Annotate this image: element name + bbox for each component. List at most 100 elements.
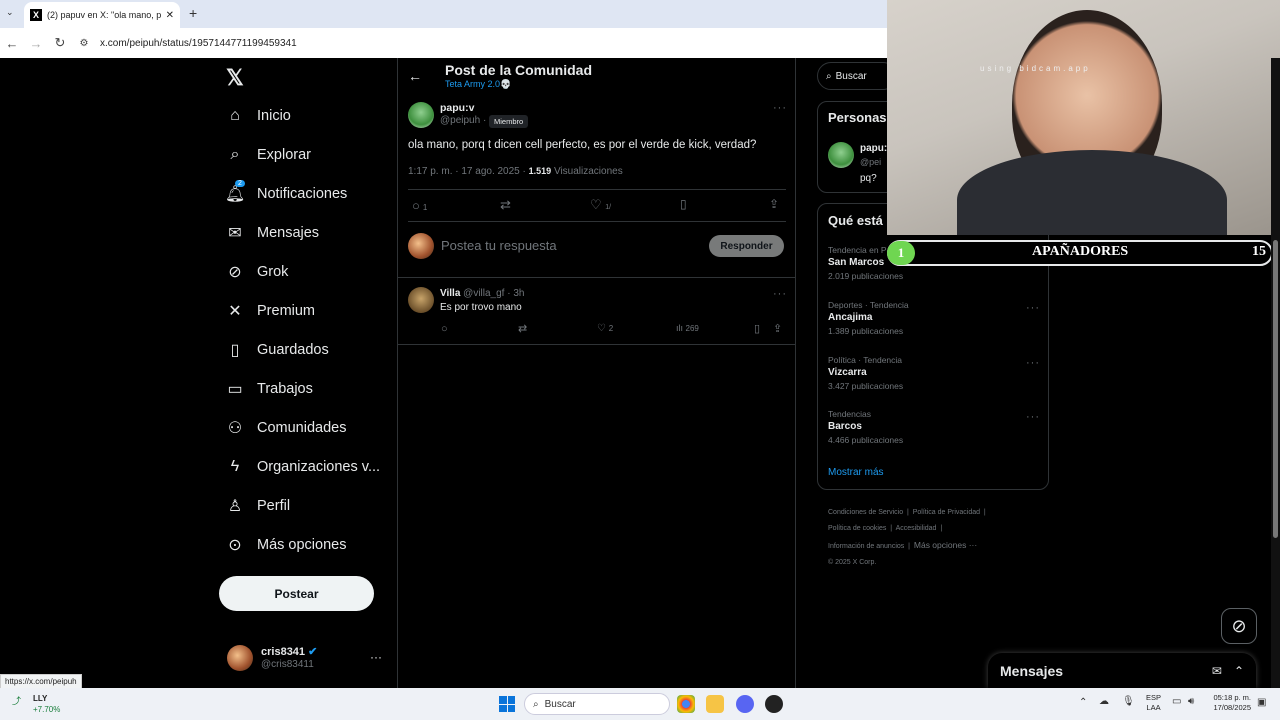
- scrollbar-thumb[interactable]: [1273, 240, 1278, 538]
- person-name[interactable]: papu:: [860, 143, 887, 154]
- trend-item[interactable]: Tendencias Barcos 4.466 publicaciones: [828, 409, 1043, 445]
- reply-input[interactable]: Postea tu respuesta: [441, 238, 557, 253]
- reply-reply-icon[interactable]: ○: [441, 323, 448, 335]
- footer-link[interactable]: Condiciones de Servicio: [828, 509, 903, 516]
- nav-item-comunidades[interactable]: ⚇ Comunidades: [227, 408, 387, 447]
- clock[interactable]: 05:18 p. m. 17/08/2025: [1207, 693, 1251, 713]
- account-more-icon[interactable]: ···: [370, 650, 382, 664]
- post-author-handle[interactable]: @peipuh ·: [440, 115, 486, 126]
- windows-start-icon[interactable]: [499, 696, 515, 712]
- forward-icon[interactable]: →: [24, 36, 48, 51]
- browser-tab-bar: ⌄ X (2) papuv en X: "ola mano, por ✕ +: [0, 0, 887, 28]
- post-button[interactable]: Postear: [219, 576, 374, 611]
- discord-icon[interactable]: [736, 695, 754, 713]
- score-rank: 1: [887, 241, 915, 265]
- reply-bookmark-icon[interactable]: ▯: [754, 322, 760, 335]
- account-avatar[interactable]: [227, 645, 253, 671]
- tab-title: (2) papuv en X: "ola mano, por: [47, 10, 161, 20]
- search-field[interactable]: ⌕ Buscar: [817, 62, 897, 90]
- trend-item[interactable]: Política · Tendencia Vizcarra 3.427 publ…: [828, 355, 1043, 391]
- nav-item-guardados[interactable]: ▯ Guardados: [227, 330, 387, 369]
- new-tab-icon[interactable]: +: [189, 5, 197, 21]
- nav-item-mensajes[interactable]: ✉ Mensajes: [227, 213, 387, 252]
- trend-item[interactable]: Deportes · Tendencia Ancajima 1.389 publ…: [828, 300, 1043, 336]
- post-author-name[interactable]: papu:v: [440, 102, 474, 114]
- stock-widget[interactable]: ⤴: [12, 694, 21, 707]
- language-indicator[interactable]: ESP LAA: [1146, 693, 1161, 713]
- mic-icon[interactable]: 🎙︎: [1122, 696, 1135, 707]
- trend-more-icon[interactable]: ···: [1026, 302, 1040, 314]
- post-more-icon[interactable]: ···: [773, 102, 787, 114]
- taskbar: ⤴ LLY +7.70% ⌕ Buscar ⌃ ☁ 🎙︎ ESP LAA ▭ 🔊︎ …: [0, 688, 1280, 720]
- footer-link[interactable]: Accesibilidad: [896, 525, 937, 532]
- footer-link[interactable]: Más opciones ···: [914, 540, 977, 550]
- reply-repost-icon[interactable]: ⇄: [518, 322, 527, 335]
- onedrive-icon[interactable]: ☁: [1099, 696, 1109, 707]
- tab-list-icon[interactable]: ⌄: [6, 7, 14, 18]
- my-avatar: [408, 233, 434, 259]
- trend-more-icon[interactable]: ···: [1026, 411, 1040, 423]
- nav-item-grok[interactable]: ⊘ Grok: [227, 252, 387, 291]
- account-name: cris8341 ✔: [261, 646, 318, 658]
- briefcase-icon: ▭: [227, 380, 243, 398]
- new-message-icon[interactable]: ✉: [1212, 664, 1222, 678]
- chart-icon: ılı: [676, 323, 684, 333]
- file-explorer-icon[interactable]: [706, 695, 724, 713]
- expand-up-icon[interactable]: ⌃: [1234, 664, 1244, 678]
- responder-button[interactable]: Responder: [709, 235, 784, 257]
- nav-item-trabajos[interactable]: ▭ Trabajos: [227, 369, 387, 408]
- footer-link[interactable]: Política de cookies: [828, 525, 886, 532]
- like-action[interactable]: ♡ 1/: [590, 197, 611, 213]
- reply-more-icon[interactable]: ···: [773, 288, 787, 300]
- person-avatar[interactable]: [828, 142, 854, 168]
- taskbar-search[interactable]: ⌕ Buscar: [524, 693, 670, 715]
- nav-item-explorar[interactable]: ⌕ Explorar: [227, 135, 387, 174]
- back-icon[interactable]: ←: [0, 36, 24, 51]
- address-bar-row: ← → ↻ ⚙ x.com/peipuh/status/195714477119…: [0, 28, 887, 58]
- grok-float-icon[interactable]: ⊘: [1221, 608, 1257, 644]
- reload-icon[interactable]: ↻: [48, 35, 72, 51]
- reply-author-name: Villa: [440, 288, 461, 299]
- nav-item-organizaciones[interactable]: ϟ Organizaciones v...: [227, 447, 387, 486]
- divider: [408, 189, 786, 190]
- reply-author-avatar[interactable]: [408, 287, 434, 313]
- browser-tab[interactable]: X (2) papuv en X: "ola mano, por ✕: [24, 2, 180, 28]
- footer-link[interactable]: Información de anuncios: [828, 543, 904, 550]
- volume-icon[interactable]: 🔊︎: [1188, 696, 1194, 707]
- notification-center-icon[interactable]: ▣: [1257, 697, 1266, 708]
- reply-action[interactable]: ○ 1: [412, 198, 427, 213]
- obs-icon[interactable]: [765, 695, 783, 713]
- reply-share-icon[interactable]: ⇪: [773, 322, 782, 335]
- share-icon[interactable]: ⇪: [769, 197, 779, 211]
- back-arrow-icon[interactable]: ←: [408, 68, 422, 84]
- close-tab-icon[interactable]: ✕: [166, 10, 174, 21]
- nav-item-inicio[interactable]: ⌂ Inicio: [227, 96, 387, 135]
- heart-icon: ♡: [597, 323, 606, 334]
- bookmark-action-icon[interactable]: ▯: [680, 197, 687, 211]
- account-handle: @cris83411: [261, 659, 314, 670]
- search-icon: ⌕: [533, 698, 539, 710]
- stock-up-icon: ⤴: [12, 696, 22, 706]
- community-name[interactable]: Teta Army 2.0💀: [445, 79, 511, 90]
- post-author-avatar[interactable]: [408, 102, 434, 128]
- reply-like-action[interactable]: ♡ 2: [597, 323, 613, 334]
- url-field[interactable]: x.com/peipuh/status/1957144771199459341: [100, 38, 297, 49]
- chrome-icon[interactable]: [677, 695, 695, 713]
- x-home-logo-icon[interactable]: 𝕏: [226, 65, 244, 91]
- nav-item-premium[interactable]: ✕ Premium: [227, 291, 387, 330]
- repost-icon[interactable]: ⇄: [500, 197, 511, 213]
- post-meta: 1:17 p. m. · 17 ago. 2025 · 1.519 Visual…: [408, 166, 623, 177]
- messages-drawer[interactable]: Mensajes ✉ ⌃: [988, 653, 1256, 688]
- network-icon[interactable]: ▭: [1172, 696, 1181, 707]
- person-icon: ♙: [227, 497, 243, 515]
- site-info-icon[interactable]: ⚙: [72, 38, 96, 49]
- notification-badge: 2: [235, 179, 245, 187]
- footer-link[interactable]: Política de Privacidad: [913, 509, 980, 516]
- show-more-link[interactable]: Mostrar más: [828, 467, 884, 478]
- tray-chevron-icon[interactable]: ⌃: [1079, 697, 1087, 708]
- nav-item-perfil[interactable]: ♙ Perfil: [227, 486, 387, 525]
- nav-item-mas-opciones[interactable]: ⊙ Más opciones: [227, 525, 387, 564]
- nav-item-notificaciones[interactable]: 🔔︎ 2 Notificaciones: [225, 174, 387, 213]
- trend-more-icon[interactable]: ···: [1026, 357, 1040, 369]
- reply-views-action[interactable]: ılı 269: [676, 323, 699, 333]
